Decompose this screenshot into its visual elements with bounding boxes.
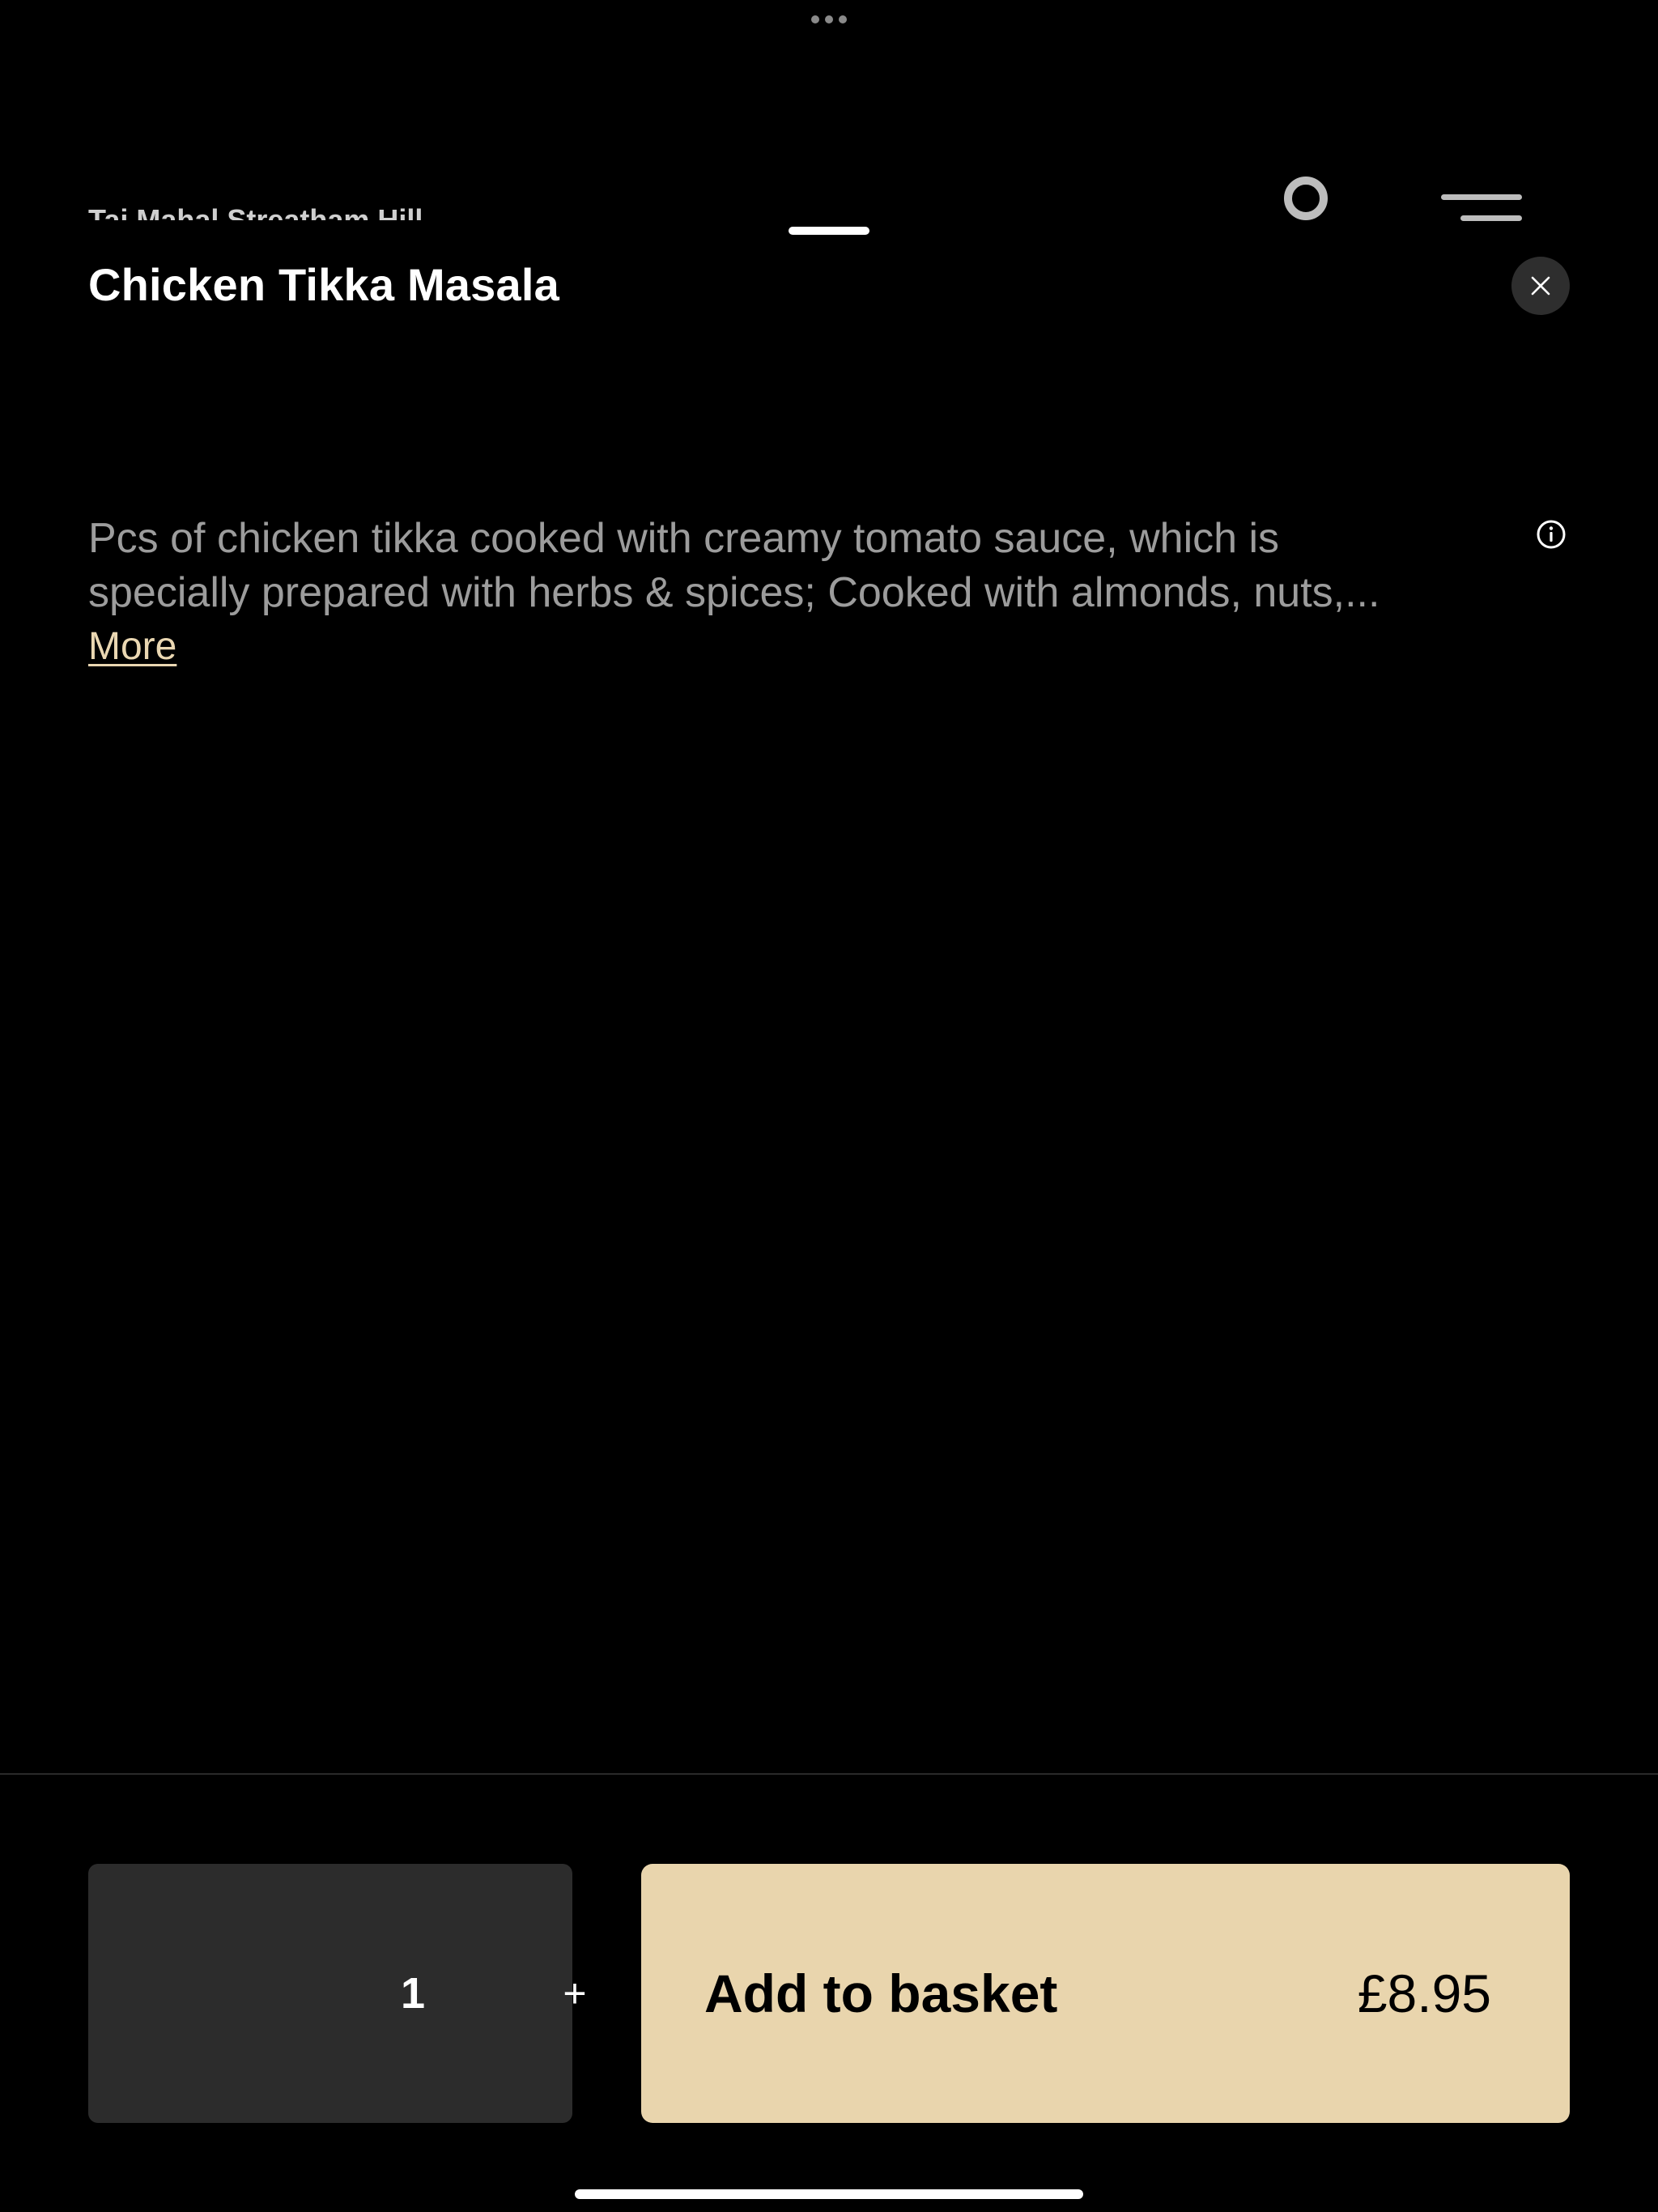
increase-quantity-button[interactable]: + <box>509 1864 640 2123</box>
dot <box>825 15 833 23</box>
description-line: Pcs of chicken tikka cooked with creamy … <box>88 515 1280 562</box>
add-to-basket-label: Add to basket <box>704 1963 1058 2023</box>
multitasking-dots[interactable] <box>811 15 847 24</box>
dot <box>839 15 847 23</box>
description-line: specially prepared with herbs & spices; … <box>88 569 1380 616</box>
search-icon[interactable] <box>1282 175 1329 222</box>
price-label: £8.95 <box>1357 1963 1491 2023</box>
menu-icon[interactable] <box>1441 191 1522 223</box>
item-description: Pcs of chicken tikka cooked with creamy … <box>88 512 1513 620</box>
close-icon <box>1531 276 1550 296</box>
quantity-stepper: 1 + <box>88 1864 587 2123</box>
more-link[interactable]: More <box>88 621 176 673</box>
close-button[interactable] <box>1511 257 1570 315</box>
menu-line <box>1441 194 1522 200</box>
home-indicator[interactable] <box>575 2189 1083 2199</box>
menu-line <box>1460 215 1522 221</box>
dot <box>811 15 819 23</box>
sheet-grabber[interactable] <box>789 227 869 235</box>
quantity-value: 1 <box>400 1969 426 2018</box>
info-icon[interactable] <box>1535 518 1567 551</box>
add-to-basket-button[interactable]: Add to basket £8.95 <box>641 1864 1570 2123</box>
background-restaurant-name: Taj Mahal Streatham Hill <box>88 203 423 220</box>
item-title: Chicken Tikka Masala <box>88 259 559 310</box>
footer-divider <box>0 1773 1658 1775</box>
